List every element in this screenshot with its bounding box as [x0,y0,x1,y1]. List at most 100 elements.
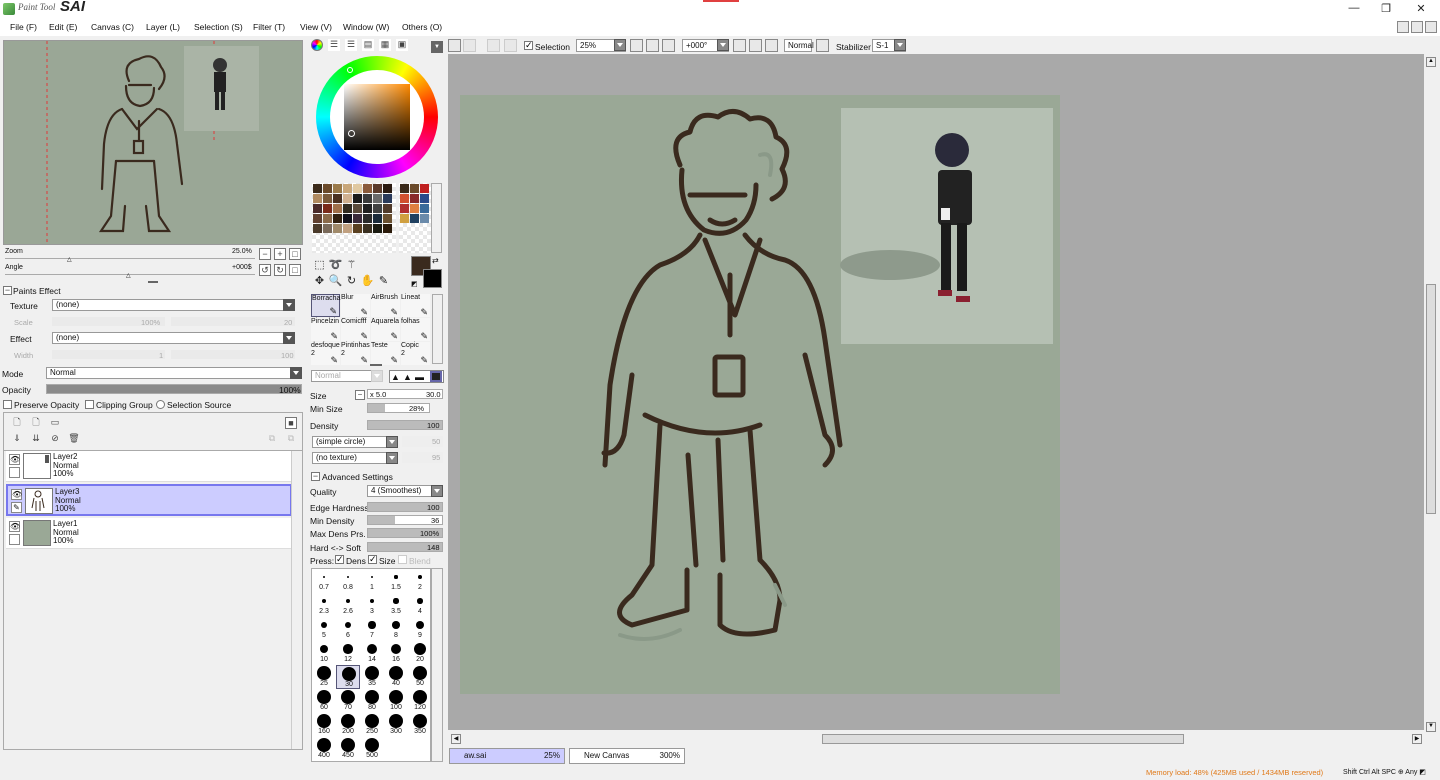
color-swatch[interactable] [373,184,382,193]
tab-aw-sai[interactable]: aw.sai 25% [449,748,565,764]
effect-select[interactable]: (none) [52,332,295,344]
brush-size-cell[interactable]: 2.6 [336,593,360,617]
color-swatch[interactable] [383,224,392,233]
color-swatch[interactable] [400,184,409,193]
rotate-right-icon[interactable]: ↻ [274,264,286,276]
width-slider[interactable] [52,350,165,359]
brush-size-cell[interactable]: 50 [408,665,432,689]
color-swatch[interactable] [383,214,392,223]
scratchpad-tab-icon[interactable]: ▣ [396,39,408,51]
color-mixer-tab-icon[interactable]: ▤ [362,39,374,51]
collapse-icon[interactable]: − [3,286,12,295]
stabilizer-select[interactable]: S-1 [872,39,906,52]
deselect-icon[interactable] [487,39,500,52]
brush-size-cell[interactable]: 5 [312,617,336,641]
color-swatch[interactable] [333,184,342,193]
brush-size-cell[interactable]: 16 [384,641,408,665]
color-swatch[interactable] [363,204,372,213]
color-swatch[interactable] [313,204,322,213]
scroll-left-icon[interactable]: ◀ [451,734,461,744]
restore-icon[interactable]: ❐ [1375,2,1397,15]
brush-size-cell[interactable]: 500 [360,737,384,761]
brush-size-cell[interactable]: 400 [312,737,336,761]
brush-blur[interactable]: Blur ✎ [341,294,370,317]
hsv-slider-tab-icon[interactable]: ☰ [345,39,357,51]
quality-select[interactable]: 4 (Smoothest) [367,485,443,497]
color-swatch[interactable] [383,194,392,203]
lasso-icon[interactable]: ➰ [328,258,343,273]
panel-grip-2[interactable] [370,364,382,366]
chevron-down-icon[interactable]: ▼ [431,41,443,53]
visibility-eye-icon[interactable]: 👁 [11,489,22,500]
swap-colors-icon[interactable]: ⇄ [432,256,439,265]
zoom-fit-icon[interactable] [662,39,675,52]
invert-selection-icon[interactable] [504,39,517,52]
brush-size-cell[interactable]: 7 [360,617,384,641]
brush-aquarela[interactable]: Aquarela ✎ [371,318,400,341]
color-swatch[interactable] [410,204,419,213]
color-swatch[interactable] [410,184,419,193]
color-swatch[interactable] [323,194,332,203]
opacity-slider[interactable] [46,384,302,394]
undo-icon[interactable] [448,39,461,52]
color-swatch[interactable] [343,184,352,193]
press-dens-checkbox[interactable] [335,554,344,565]
brush-size-cell[interactable]: 60 [312,689,336,713]
angle-select[interactable]: +000° [682,39,729,52]
scroll-right-icon[interactable]: ▶ [1412,734,1422,744]
layer-item-layer3[interactable]: 👁 ✎ Layer3 Normal 100% [6,484,292,516]
swatch-scrollbar[interactable] [431,183,442,253]
hue-marker[interactable] [347,67,353,73]
close-icon[interactable]: ✕ [1410,2,1432,15]
rotate-icon[interactable]: ↻ [344,274,359,289]
menu-window[interactable]: Window (W) [343,22,389,32]
layer-mask-icon[interactable]: ■ [285,417,297,429]
color-swatch[interactable] [333,224,342,233]
menu-filter[interactable]: Filter (T) [253,22,285,32]
mdi-restore-icon[interactable] [1411,21,1423,33]
color-swatch[interactable] [343,214,352,223]
hand-icon[interactable]: ✋ [360,274,375,289]
brush-pintinhas[interactable]: Pintinhas 2 ✎ [341,342,370,365]
horizontal-scrollbar[interactable]: ◀ ▶ [448,733,1424,745]
color-swatch[interactable] [353,194,362,203]
navigator-preview[interactable] [3,40,303,245]
brush-size-cell[interactable]: 20 [408,641,432,665]
press-size-checkbox[interactable] [368,554,377,565]
color-swatch[interactable] [323,204,332,213]
brush-size-cell[interactable]: 1.5 [384,569,408,593]
drawing-canvas[interactable] [460,95,1060,694]
secondary-color-swatch[interactable] [423,269,442,288]
color-swatch[interactable] [373,194,382,203]
rect-select-icon[interactable]: ⬚ [312,258,327,273]
brush-size-cell[interactable]: 300 [384,713,408,737]
color-swatch[interactable] [343,194,352,203]
menu-layer[interactable]: Layer (L) [146,22,180,32]
shape-soft-icon[interactable]: ▲ [403,372,412,382]
menu-view[interactable]: View (V) [300,22,332,32]
brush-size-cell[interactable]: 6 [336,617,360,641]
selection-source-radio[interactable] [156,400,165,409]
menu-edit[interactable]: Edit (E) [49,22,77,32]
zoom-select[interactable]: 25% [576,39,626,52]
color-swatch[interactable] [353,204,362,213]
zoom-in-icon[interactable]: + [274,248,286,260]
zoom-out-icon[interactable]: − [259,248,271,260]
brush-shape-select[interactable]: (simple circle) [312,436,398,448]
brush-size-cell[interactable]: 70 [336,689,360,713]
layer-lock-icon[interactable] [9,467,20,478]
color-swatch[interactable] [333,204,342,213]
brush-size-cell[interactable]: 10 [312,641,336,665]
color-swatch[interactable] [343,204,352,213]
delete-mask-icon[interactable]: ⧉ [285,433,297,445]
transparent-color-icon[interactable]: ◩ [411,280,418,288]
color-swatch[interactable] [373,214,382,223]
color-swatch[interactable] [420,184,429,193]
menu-selection[interactable]: Selection (S) [194,22,243,32]
color-swatch[interactable] [373,204,382,213]
brush-size-cell[interactable]: 30 [336,665,360,689]
brush-blend-select[interactable]: Normal [311,370,383,382]
flip-view-icon[interactable] [816,39,829,52]
brush-size-cell[interactable]: 2 [408,569,432,593]
color-swatch[interactable] [363,224,372,233]
